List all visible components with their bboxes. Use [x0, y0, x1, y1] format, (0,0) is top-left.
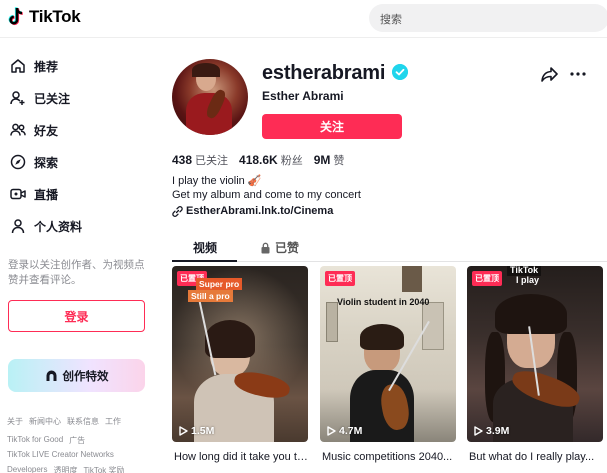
footer-row-1: 关于 新闻中心 联系信息 工作 — [7, 416, 121, 427]
footer-row-3: TikTok LIVE Creator Networks — [7, 450, 114, 459]
play-icon — [474, 426, 483, 436]
footer-link[interactable]: TikTok for Good — [7, 435, 63, 446]
footer-row-2: TikTok for Good 广告 — [7, 435, 85, 446]
footer-link[interactable]: 透明度 — [53, 465, 77, 473]
active-tab-indicator — [172, 260, 237, 262]
search-input[interactable]: 搜索 — [369, 4, 607, 32]
more-options-icon[interactable] — [570, 70, 586, 78]
pinned-badge: 已置顶 — [325, 271, 355, 286]
view-count: 1.5M — [179, 425, 214, 437]
view-count-value: 4.7M — [339, 425, 363, 437]
following-icon — [10, 91, 25, 105]
lock-icon — [261, 242, 270, 253]
sidebar: 推荐 已关注 好友 探索 直播 个人资料 登录以关注创作者、为视频点赞并查看评论… — [0, 38, 160, 473]
effects-icon — [46, 370, 56, 381]
sidebar-item-explore[interactable]: 探索 — [10, 151, 58, 173]
profile-stats: 438 已关注 418.6K 粉丝 9M 赞 — [172, 152, 344, 168]
bio-line: Get my album and come to my concert — [172, 189, 361, 201]
profile-username: estherabrami — [262, 62, 386, 84]
sidebar-item-live[interactable]: 直播 — [10, 183, 58, 205]
sidebar-item-friends[interactable]: 好友 — [10, 119, 58, 141]
create-effects-button[interactable]: 创作特效 — [8, 359, 145, 392]
view-count-value: 3.9M — [486, 425, 510, 437]
stat-value: 9M — [313, 153, 331, 167]
profile-icon — [11, 219, 25, 234]
footer-link[interactable]: TikTok 奖励 — [83, 465, 124, 473]
stat-label: 已关注 — [195, 155, 229, 167]
tab-liked[interactable]: 已赞 — [260, 239, 299, 256]
footer-link[interactable]: 联系信息 — [67, 416, 99, 427]
follow-button[interactable]: 关注 — [262, 114, 402, 139]
tab-videos[interactable]: 视频 — [193, 239, 217, 256]
pinned-badge: 已置顶 — [472, 271, 502, 286]
friends-icon — [10, 123, 26, 136]
brand-name: TikTok — [29, 7, 81, 26]
search-placeholder: 搜索 — [380, 14, 402, 26]
home-icon — [11, 59, 25, 73]
video-card[interactable]: 已置顶 Super pro Still a pro 1.5M — [172, 266, 308, 442]
live-icon — [10, 188, 26, 200]
video-overlay-text: I play — [516, 275, 540, 285]
video-overlay-text: Still a pro — [188, 290, 233, 302]
stat-following[interactable]: 438 已关注 — [172, 152, 228, 168]
sidebar-item-label: 好友 — [34, 123, 59, 138]
sidebar-item-label: 个人资料 — [34, 219, 83, 234]
sidebar-item-home[interactable]: 推荐 — [10, 55, 58, 77]
footer-link[interactable]: 新闻中心 — [29, 416, 61, 427]
video-card[interactable]: 已置顶 Violin student in 2040 4.7M — [320, 266, 456, 442]
sidebar-item-label: 探索 — [34, 155, 59, 170]
tiktok-logo[interactable]: TikTok — [8, 7, 81, 27]
stat-value: 438 — [172, 153, 193, 167]
sidebar-item-label: 已关注 — [34, 91, 71, 106]
video-caption[interactable]: How long did it take you to... — [174, 451, 310, 463]
avatar — [172, 59, 248, 135]
view-count: 3.9M — [474, 425, 509, 437]
sidebar-item-label: 推荐 — [34, 59, 59, 74]
stat-followers[interactable]: 418.6K 粉丝 — [239, 152, 303, 168]
tab-label: 视频 — [193, 241, 218, 255]
explore-icon — [10, 154, 26, 170]
video-overlay-text: Violin student in 2040 — [337, 297, 430, 307]
footer-link[interactable]: Developers — [7, 465, 47, 473]
footer-link[interactable]: 工作 — [105, 416, 121, 427]
stat-likes: 9M 赞 — [314, 152, 345, 168]
profile-nickname: Esther Abrami — [262, 89, 344, 103]
sidebar-item-following[interactable]: 已关注 — [10, 87, 70, 109]
profile-link[interactable]: EstherAbrami.lnk.to/Cinema — [172, 205, 333, 217]
video-caption[interactable]: But what do I really play... — [469, 451, 605, 463]
effects-label: 创作特效 — [62, 370, 109, 383]
bio-line: I play the violin 🎻 — [172, 175, 262, 187]
video-overlay-text: Super pro — [196, 278, 243, 290]
view-count: 4.7M — [327, 425, 362, 437]
profile-tabs: 视频 已赞 — [172, 230, 607, 262]
play-icon — [179, 426, 188, 436]
link-icon — [172, 205, 183, 217]
sidebar-item-label: 直播 — [34, 187, 59, 202]
video-caption[interactable]: Music competitions 2040... — [322, 451, 458, 463]
tiktok-logo-icon — [8, 7, 23, 26]
video-card[interactable]: 已置顶 TikTok I play 3.9M — [467, 266, 603, 442]
footer-row-4: Developers 透明度 TikTok 奖励 — [7, 465, 125, 473]
footer-link[interactable]: 广告 — [69, 435, 85, 446]
play-icon — [327, 426, 336, 436]
stat-label: 赞 — [333, 155, 345, 167]
footer-link[interactable]: 关于 — [7, 416, 23, 427]
share-icon[interactable] — [541, 67, 558, 82]
stat-value: 418.6K — [239, 153, 278, 167]
tab-label: 已赞 — [275, 241, 300, 255]
verified-badge-icon — [392, 64, 408, 80]
link-text: EstherAbrami.lnk.to/Cinema — [186, 205, 334, 217]
login-tip: 登录以关注创作者、为视频点赞并查看评论。 — [8, 259, 145, 286]
view-count-value: 1.5M — [191, 425, 215, 437]
stat-label: 粉丝 — [280, 155, 303, 167]
profile-bio: I play the violin 🎻 Get my album and com… — [172, 174, 361, 202]
footer-link[interactable]: TikTok LIVE Creator Networks — [7, 450, 114, 459]
login-button[interactable]: 登录 — [8, 300, 145, 332]
top-bar: TikTok 搜索 — [0, 0, 607, 38]
sidebar-item-profile[interactable]: 个人资料 — [10, 215, 82, 237]
